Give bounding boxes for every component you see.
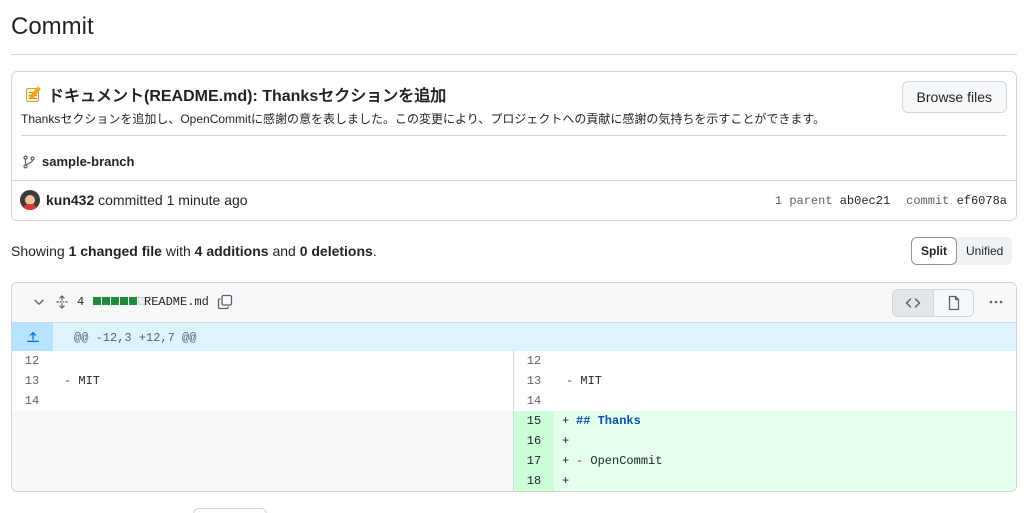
line-number[interactable]: 12 xyxy=(12,351,52,371)
partial-button[interactable] xyxy=(193,508,267,513)
commit-title: ドキュメント(README.md): Thanksセクションを追加 xyxy=(24,82,446,106)
branch-name: sample-branch xyxy=(42,154,135,169)
chevron-down-icon[interactable] xyxy=(32,295,46,309)
kebab-menu-icon[interactable] xyxy=(988,294,1004,310)
page-title: Commit xyxy=(11,13,94,40)
hunk-header: @@ -12,3 +12,7 @@ xyxy=(74,331,197,345)
commit-divider xyxy=(21,135,1007,136)
diff-context-line: 12 xyxy=(514,351,1016,371)
code-text: - MIT xyxy=(566,374,603,388)
summary-additions: 4 additions xyxy=(194,243,269,259)
code-view-button[interactable] xyxy=(893,290,933,316)
split-view-button[interactable]: Split xyxy=(911,237,957,265)
avatar[interactable] xyxy=(20,190,40,210)
diff-empty-filler xyxy=(12,411,513,491)
author-link[interactable]: kun432 xyxy=(46,192,94,208)
copy-icon[interactable] xyxy=(217,294,233,310)
diffstat-addition-block xyxy=(129,297,137,305)
commit-description: Thanksセクションを追加し、OpenCommitに感謝の意を表しました。この… xyxy=(21,110,825,127)
unfold-icon[interactable] xyxy=(55,294,69,310)
code-text: - MIT xyxy=(64,374,101,388)
diff-summary: Showing 1 changed file with 4 additions … xyxy=(11,243,377,259)
expand-up-icon xyxy=(26,331,39,342)
parent-label: 1 parent xyxy=(774,194,833,208)
memo-icon xyxy=(24,85,44,103)
line-number[interactable]: 18 xyxy=(514,471,554,491)
diff-context-line: 14 xyxy=(12,391,513,411)
commit-time: 1 minute ago xyxy=(166,192,248,208)
addition-marker: + xyxy=(562,474,570,488)
diffstat-addition-block xyxy=(120,297,128,305)
diffstat-addition-block xyxy=(93,297,101,305)
commit-description-text: Thanksセクションを追加し、OpenCommitに感謝の意を表しました。この… xyxy=(21,112,826,126)
line-number[interactable]: 14 xyxy=(12,391,52,411)
commit-sha: ef6078a xyxy=(956,194,1007,208)
code-icon xyxy=(905,298,921,308)
diff-context-line: 13 - MIT xyxy=(514,371,1016,391)
diff-view-toggle: Split Unified xyxy=(911,237,1013,265)
summary-deletions: 0 deletions xyxy=(299,243,373,259)
unified-view-button[interactable]: Unified xyxy=(957,237,1012,265)
summary-with: with xyxy=(165,243,191,259)
change-count: 4 xyxy=(77,295,85,309)
commit-title-text: ドキュメント(README.md): Thanksセクションを追加 xyxy=(48,88,447,105)
line-number[interactable]: 14 xyxy=(514,391,554,411)
summary-prefix: Showing xyxy=(11,243,65,259)
hunk-header-row: @@ -12,3 +12,7 @@ xyxy=(12,323,1016,351)
title-divider xyxy=(11,54,1017,55)
line-number[interactable]: 12 xyxy=(514,351,554,371)
commit-meta-bar: kun432 committed 1 minute ago 1 parent a… xyxy=(12,180,1016,221)
code-text: ## Thanks xyxy=(576,414,641,428)
diff-added-line: 15 + ## Thanks xyxy=(514,411,1016,431)
commit-sha-info: 1 parent ab0ec21 commit ef6078a xyxy=(775,194,1007,208)
commit-label: commit xyxy=(906,194,950,208)
file-diff: 4 README.md @@ -12,3 +12,7 @@ 12 13- MIT 1… xyxy=(11,282,1017,492)
browse-files-button[interactable]: Browse files xyxy=(901,81,1007,113)
file-name-link[interactable]: README.md xyxy=(144,295,209,309)
diff-left-pane: 12 13 - MIT 14 xyxy=(12,351,514,491)
commit-author-line: kun432 committed 1 minute ago xyxy=(46,192,248,208)
summary-and: and xyxy=(272,243,296,259)
line-number[interactable]: 13 xyxy=(12,371,52,391)
expand-up-button[interactable] xyxy=(12,323,53,351)
commit-action: committed xyxy=(98,192,163,208)
file-view-group xyxy=(892,289,974,317)
diff-context-line: 12 xyxy=(12,351,513,371)
rich-view-button[interactable] xyxy=(933,290,973,316)
line-number[interactable]: 16 xyxy=(514,431,554,451)
addition-marker: + xyxy=(562,414,570,428)
diff-right-pane: 12 13 - MIT 14 15 + ## Thanks 16 +17 + - OpenCommi… xyxy=(514,351,1016,491)
addition-marker: + xyxy=(562,434,570,448)
line-number[interactable]: 15 xyxy=(514,411,554,431)
commit-info-box: ドキュメント(README.md): Thanksセクションを追加 Thanks… xyxy=(11,71,1017,221)
code-text: - OpenCommit xyxy=(576,454,663,468)
diff-added-line: 17 + - OpenCommit xyxy=(514,451,1016,471)
diff-added-line: 18 + xyxy=(514,471,1016,491)
commit-header: ドキュメント(README.md): Thanksセクションを追加 Thanks… xyxy=(12,72,1016,180)
parent-sha-link[interactable]: ab0ec21 xyxy=(840,194,890,208)
summary-suffix: . xyxy=(372,243,377,259)
git-branch-icon xyxy=(23,155,35,168)
diffstat-bar xyxy=(93,297,146,305)
line-number[interactable]: 17 xyxy=(514,451,554,471)
diffstat-addition-block xyxy=(111,297,119,305)
line-number[interactable]: 13 xyxy=(514,371,554,391)
file-icon xyxy=(948,295,959,311)
diff-context-line: 14 xyxy=(514,391,1016,411)
diff-context-line: 13 - MIT xyxy=(12,371,513,391)
diffstat-addition-block xyxy=(102,297,110,305)
addition-marker: + xyxy=(562,454,570,468)
diff-added-line: 16 + xyxy=(514,431,1016,451)
file-diff-header: 4 README.md xyxy=(12,283,1016,323)
branch-link[interactable]: sample-branch xyxy=(22,154,134,169)
summary-files: 1 changed file xyxy=(68,243,162,259)
